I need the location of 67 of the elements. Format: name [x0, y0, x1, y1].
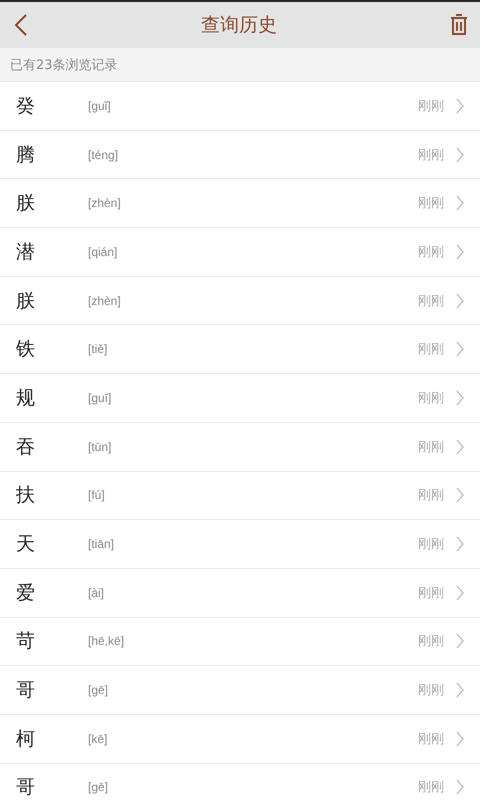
time-label: 刚刚: [418, 633, 444, 650]
pinyin: [kē]: [88, 732, 108, 746]
time-label: 刚刚: [418, 341, 444, 358]
pinyin: [tiān]: [88, 537, 116, 552]
time-label: 刚刚: [418, 195, 444, 212]
chevron-icon: [456, 98, 464, 114]
character: 朕: [16, 191, 36, 216]
chevron-icon: [456, 779, 464, 796]
pinyin: [hē,kē]: [88, 634, 126, 648]
pinyin: [qián]: [88, 244, 118, 259]
chevron-icon: [456, 584, 464, 601]
character: 苛: [16, 629, 36, 654]
history-row[interactable]: 腾 [téng] 刚刚: [0, 130, 480, 180]
chevron-icon: [456, 390, 464, 406]
character: 规: [16, 386, 36, 411]
pinyin: [tūn]: [88, 440, 112, 454]
page-title: 查询历史: [201, 13, 277, 38]
back-icon[interactable]: [14, 13, 28, 37]
character: 天: [16, 532, 36, 558]
chevron-icon: [456, 341, 464, 358]
time-label: 刚刚: [418, 682, 444, 700]
history-count: 已有23条浏览记录: [0, 48, 480, 82]
time-label: 刚刚: [418, 292, 444, 310]
time-label: 刚刚: [418, 536, 444, 554]
character: 柯: [16, 726, 36, 752]
character: 扶: [16, 483, 36, 508]
character: 哥: [16, 775, 36, 800]
chevron-icon: [456, 633, 464, 650]
pinyin: [ài]: [88, 586, 106, 600]
time-label: 刚刚: [418, 146, 444, 164]
time-label: 刚刚: [418, 779, 444, 796]
pinyin: [tiě]: [88, 342, 108, 356]
chevron-icon: [456, 682, 464, 698]
trash-icon[interactable]: [450, 14, 468, 36]
pinyin: [fú]: [88, 488, 106, 502]
character: 癸: [16, 94, 36, 119]
history-row[interactable]: 扶 [fú] 刚刚: [0, 472, 480, 520]
chevron-icon: [456, 244, 464, 260]
pinyin: [zhèn]: [88, 196, 122, 210]
time-label: 刚刚: [418, 730, 444, 748]
time-label: 刚刚: [418, 584, 444, 602]
chevron-icon: [456, 438, 464, 455]
character: 爱: [16, 580, 36, 606]
character: 铁: [16, 337, 36, 362]
chevron-icon: [456, 536, 464, 552]
time-label: 刚刚: [418, 438, 444, 456]
history-row[interactable]: 苛 [hē,kē] 刚刚: [0, 618, 480, 666]
pinyin: [gē]: [88, 780, 110, 794]
chevron-icon: [456, 195, 464, 212]
pinyin: [guī]: [88, 390, 112, 405]
time-label: 刚刚: [418, 244, 444, 261]
character: 朕: [16, 288, 36, 314]
chevron-icon: [456, 146, 464, 163]
pinyin: [gē]: [88, 683, 110, 698]
character: 腾: [16, 142, 36, 168]
character: 吞: [16, 434, 36, 460]
time-label: 刚刚: [418, 390, 444, 407]
pinyin: [zhèn]: [88, 294, 122, 308]
pinyin: [guǐ]: [88, 98, 112, 113]
character: 潜: [16, 240, 36, 265]
time-label: 刚刚: [418, 98, 444, 115]
chevron-icon: [456, 730, 464, 747]
time-label: 刚刚: [418, 487, 444, 504]
character: 哥: [16, 678, 36, 704]
chevron-icon: [456, 292, 464, 309]
pinyin: [téng]: [88, 148, 120, 162]
chevron-icon: [456, 487, 464, 504]
